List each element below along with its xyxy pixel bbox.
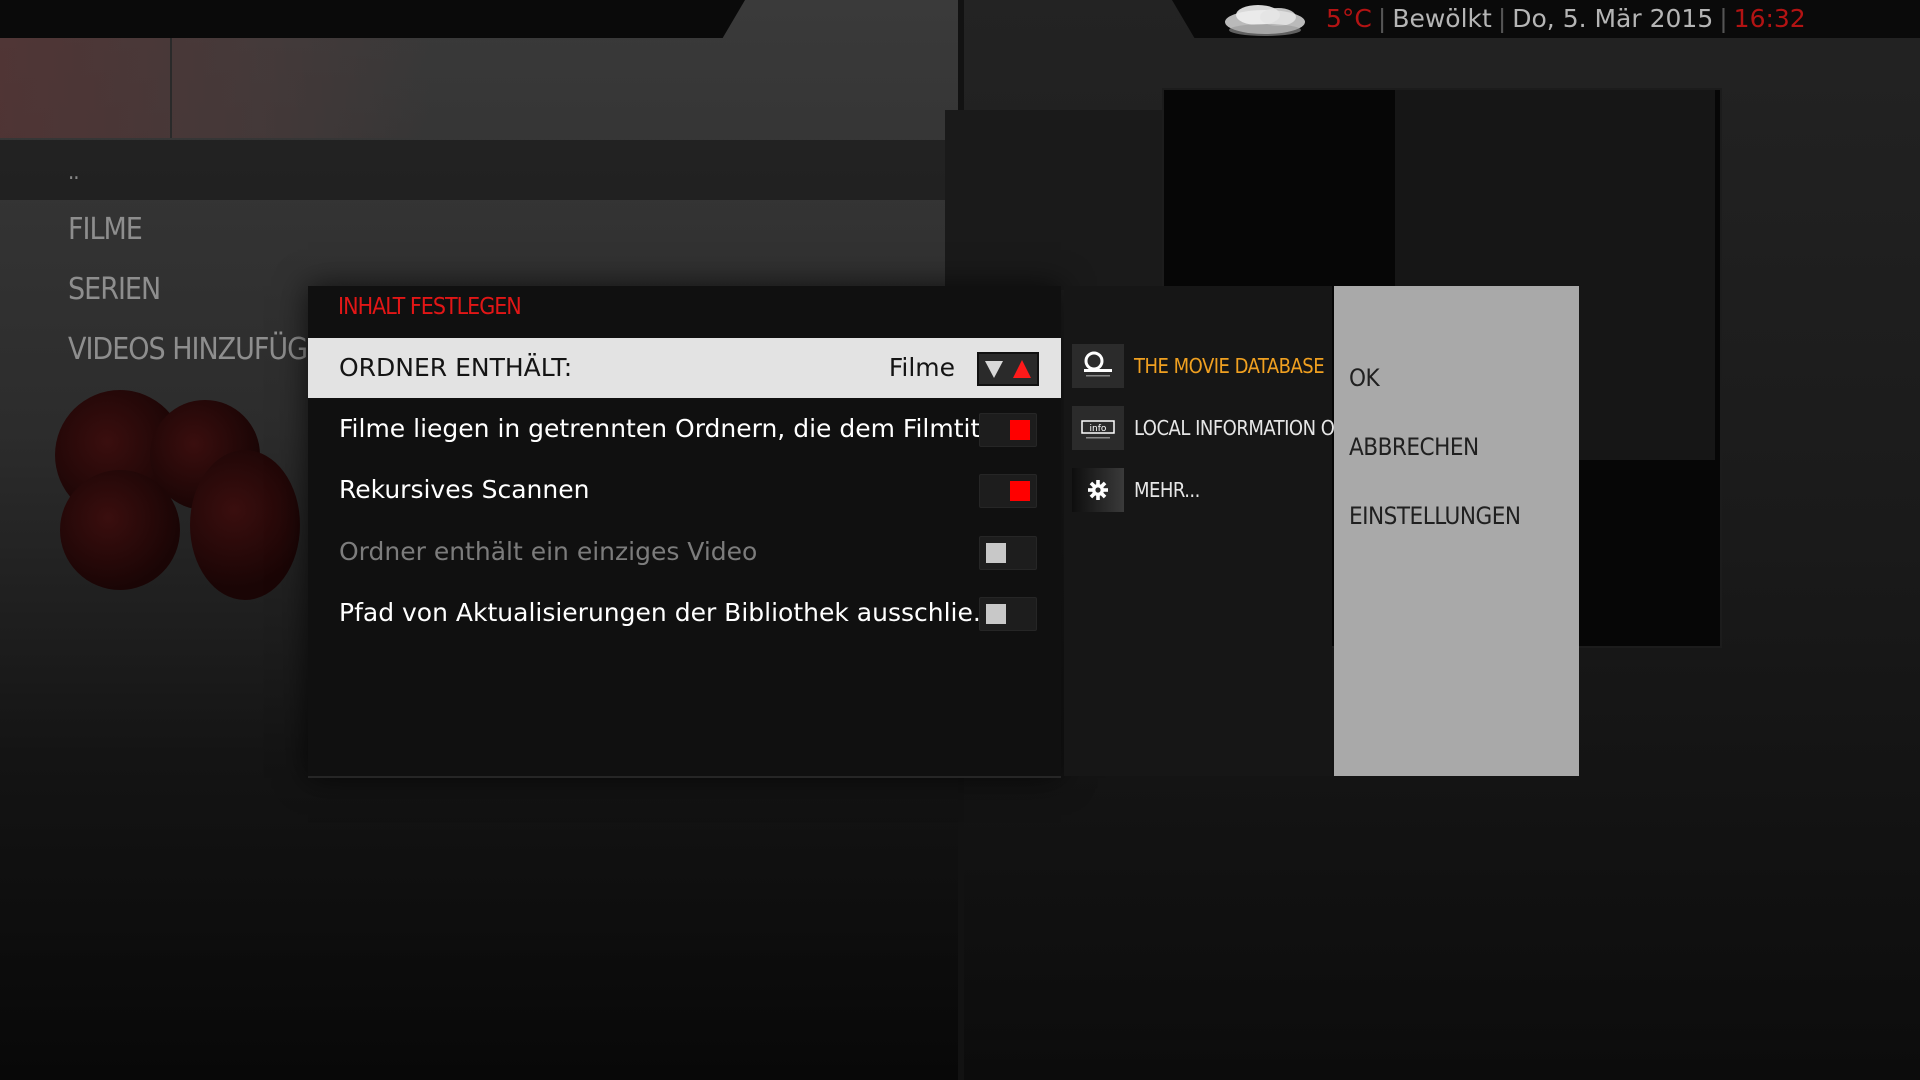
toggle-knob bbox=[1010, 420, 1030, 440]
provider-label: THE MOVIE DATABASE bbox=[1134, 354, 1325, 378]
status-separator: | bbox=[1377, 4, 1387, 33]
provider-item-tmdb[interactable]: THE MOVIE DATABASE bbox=[1072, 341, 1332, 391]
background-decoration-orb bbox=[60, 470, 180, 590]
date: Do, 5. Mär 2015 bbox=[1512, 4, 1714, 33]
setting-label: Rekursives Scannen bbox=[339, 475, 590, 504]
cloudy-weather-icon bbox=[1225, 5, 1305, 36]
background-line bbox=[170, 38, 172, 138]
ok-button[interactable]: OK bbox=[1349, 364, 1380, 392]
content-type-spinner[interactable] bbox=[977, 352, 1039, 386]
status-separator: | bbox=[1497, 4, 1507, 33]
provider-item-more[interactable]: MEHR... bbox=[1072, 465, 1332, 515]
setting-row-content-type[interactable]: ORDNER ENTHÄLT: Filme bbox=[308, 338, 1061, 398]
cancel-button[interactable]: ABBRECHEN bbox=[1349, 433, 1479, 461]
scraper-list: THE MOVIE DATABASE info LOCAL INFORMATIO… bbox=[1064, 286, 1350, 776]
background-fanart-glow bbox=[0, 38, 430, 138]
top-bar-left bbox=[0, 0, 745, 38]
provider-label: LOCAL INFORMATION O... bbox=[1134, 416, 1350, 440]
recursive-scan-toggle[interactable] bbox=[979, 474, 1037, 508]
background-panel bbox=[945, 110, 1165, 290]
set-content-dialog: INHALT FESTLEGEN ORDNER ENTHÄLT: Filme F… bbox=[308, 286, 1061, 778]
nav-item-serien[interactable]: SERIEN bbox=[68, 272, 161, 307]
nav-item-parent[interactable]: .. bbox=[68, 160, 80, 185]
dialog-title: INHALT FESTLEGEN bbox=[338, 294, 522, 320]
svg-text:info: info bbox=[1090, 424, 1107, 434]
setting-row-exclude-from-updates[interactable]: Pfad von Aktualisierungen der Bibliothek… bbox=[308, 583, 1061, 643]
toggle-knob bbox=[1010, 481, 1030, 501]
separate-folders-toggle[interactable] bbox=[979, 413, 1037, 447]
clock: 16:32 bbox=[1733, 4, 1806, 33]
toggle-knob bbox=[986, 604, 1006, 624]
dialog-button-panel: OK ABBRECHEN EINSTELLUNGEN bbox=[1334, 286, 1579, 776]
background-band bbox=[0, 140, 960, 200]
weather-condition: Bewölkt bbox=[1392, 4, 1492, 33]
single-video-toggle bbox=[979, 536, 1037, 570]
setting-label: Ordner enthält ein einziges Video bbox=[339, 537, 758, 566]
tmdb-logo-icon bbox=[1072, 344, 1124, 388]
provider-item-local-information[interactable]: info LOCAL INFORMATION O... bbox=[1072, 403, 1350, 453]
setting-label: Filme liegen in getrennten Ordnern, die … bbox=[339, 414, 1005, 443]
background-decoration-orb bbox=[190, 450, 300, 600]
info-logo-icon: info bbox=[1072, 406, 1124, 450]
setting-row-recursive-scan[interactable]: Rekursives Scannen bbox=[308, 460, 1061, 520]
gear-icon bbox=[1072, 468, 1124, 512]
setting-row-single-video: Ordner enthält ein einziges Video bbox=[308, 522, 1061, 582]
toggle-knob bbox=[986, 543, 1006, 563]
exclude-from-updates-toggle[interactable] bbox=[979, 597, 1037, 631]
temperature: 5°C bbox=[1326, 4, 1372, 33]
setting-value: Filme bbox=[888, 353, 955, 382]
settings-button[interactable]: EINSTELLUNGEN bbox=[1349, 502, 1521, 530]
setting-label: Pfad von Aktualisierungen der Bibliothek… bbox=[339, 598, 997, 627]
spinner-down-icon[interactable] bbox=[985, 361, 1003, 378]
status-separator: | bbox=[1719, 4, 1728, 33]
provider-label: MEHR... bbox=[1134, 478, 1200, 502]
setting-row-separate-folders[interactable]: Filme liegen in getrennten Ordnern, die … bbox=[308, 399, 1061, 459]
nav-item-filme[interactable]: FILME bbox=[68, 212, 143, 247]
status-bar: 5°C | Bewölkt | Do, 5. Mär 2015 | 16:32 bbox=[1326, 2, 1806, 36]
spinner-up-icon[interactable] bbox=[1013, 360, 1031, 378]
setting-label: ORDNER ENTHÄLT: bbox=[339, 353, 573, 382]
